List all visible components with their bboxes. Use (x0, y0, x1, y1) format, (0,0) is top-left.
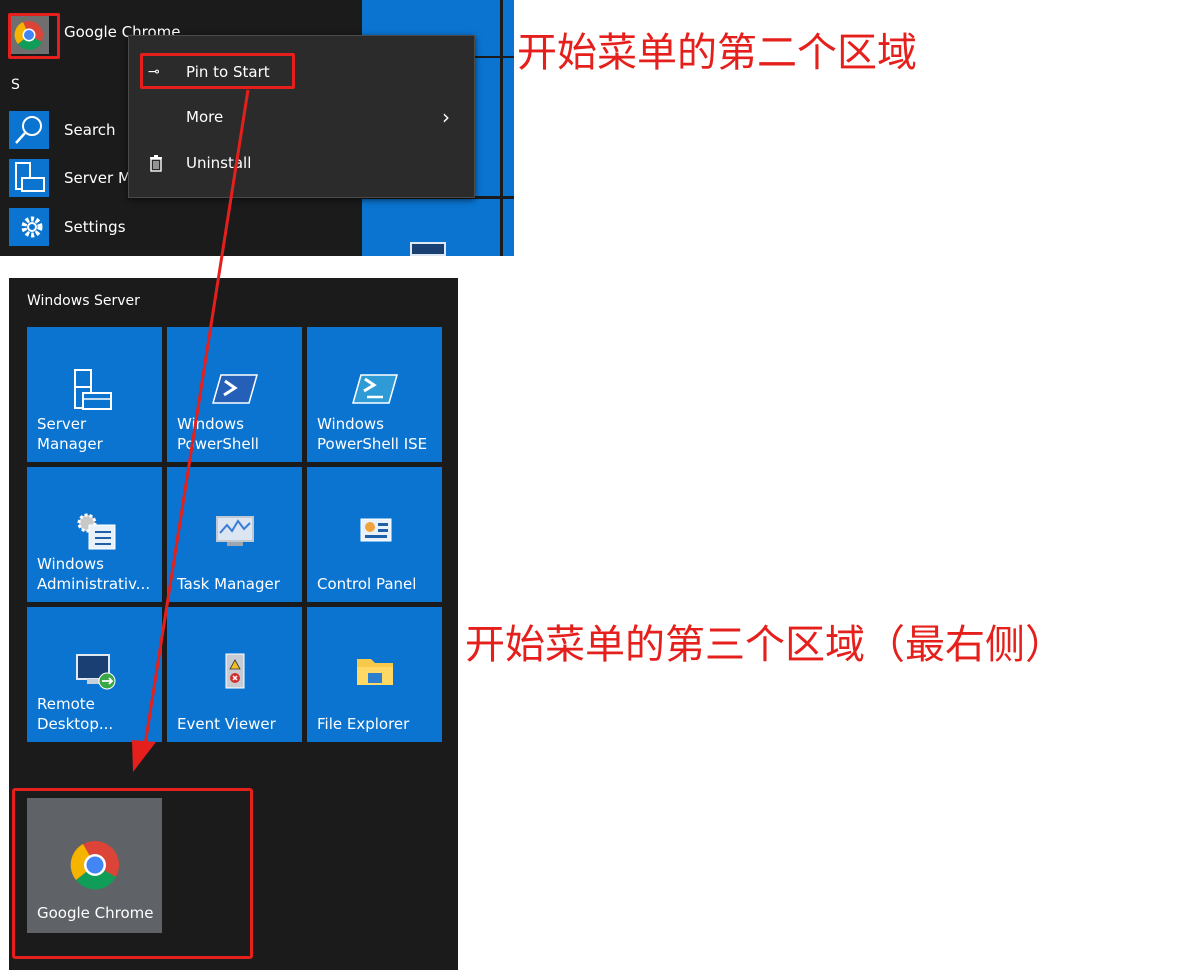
tile-label: File Explorer (317, 715, 410, 733)
chevron-right-icon: › (442, 105, 450, 129)
tile-windows-powershell[interactable]: Windows PowerShell (167, 327, 302, 462)
tile-group-title: Windows Server (27, 293, 140, 309)
monitor-icon (410, 242, 446, 256)
tile-task-manager[interactable]: Task Manager (167, 467, 302, 602)
tile-label: Windows PowerShell (177, 415, 259, 453)
menu-item-label: More (186, 108, 224, 126)
start-menu-app-list: Google Chrome S Search Server Manager Se… (0, 0, 514, 256)
highlight-box (12, 788, 253, 959)
tile-label: Windows PowerShell ISE (317, 415, 428, 453)
admin-tools-icon (71, 511, 119, 559)
menu-item-label: Uninstall (186, 154, 252, 172)
app-label: Settings (64, 218, 126, 236)
server-manager-icon (9, 159, 49, 197)
app-item-settings[interactable]: Settings (0, 205, 140, 251)
tile-control-panel[interactable]: Control Panel (307, 467, 442, 602)
background-tile (503, 58, 514, 196)
tile-label: Windows Administrativ... (37, 555, 151, 593)
uninstall-menu-item[interactable]: Uninstall (129, 145, 474, 181)
app-item-server-manager[interactable]: Server Manager (0, 155, 140, 201)
app-label: Server Manager (64, 169, 128, 187)
remote-desktop-icon (71, 651, 119, 699)
highlight-box (140, 53, 295, 89)
trash-icon (148, 154, 164, 176)
background-tile (503, 199, 514, 256)
server-manager-icon (71, 367, 119, 415)
more-menu-item[interactable]: More › (129, 99, 474, 135)
tile-label: Event Viewer (177, 715, 276, 733)
task-manager-icon (211, 511, 259, 559)
powershell-ise-icon (351, 371, 399, 419)
tile-label: Control Panel (317, 575, 417, 593)
start-menu-tiles: Windows Server Server Manager Windows Po… (9, 278, 458, 970)
tile-label: Task Manager (177, 575, 280, 593)
control-panel-icon (351, 511, 399, 559)
highlight-box (8, 13, 60, 59)
tile-file-explorer[interactable]: File Explorer (307, 607, 442, 742)
tile-windows-powershell-ise[interactable]: Windows PowerShell ISE (307, 327, 442, 462)
tile-windows-administrative-tools[interactable]: Windows Administrativ... (27, 467, 162, 602)
annotation-second-region: 开始菜单的第二个区域 (517, 30, 917, 76)
powershell-icon (211, 371, 259, 419)
tile-label: Server Manager (37, 415, 103, 453)
tile-event-viewer[interactable]: Event Viewer (167, 607, 302, 742)
event-viewer-icon (211, 651, 259, 699)
tile-server-manager[interactable]: Server Manager (27, 327, 162, 462)
file-explorer-icon (351, 651, 399, 699)
annotation-third-region: 开始菜单的第三个区域（最右侧） (465, 622, 1065, 668)
section-letter: S (11, 77, 20, 93)
search-icon (9, 111, 49, 149)
background-tile (503, 0, 514, 56)
tile-label: Remote Desktop... (37, 695, 114, 733)
app-item-search[interactable]: Search (0, 107, 140, 153)
gear-icon (9, 208, 49, 246)
tile-remote-desktop[interactable]: Remote Desktop... (27, 607, 162, 742)
app-label: Search (64, 121, 116, 139)
